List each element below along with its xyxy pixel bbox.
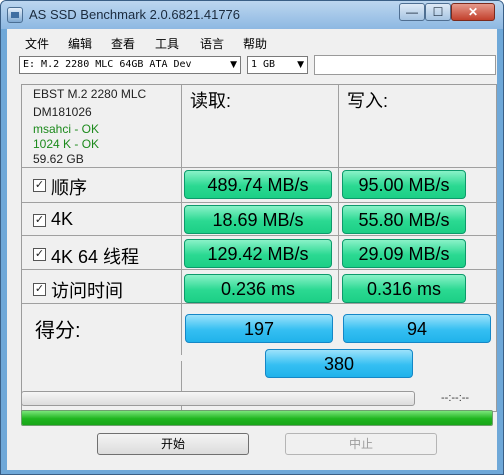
menu-tools[interactable]: 工具 <box>155 35 179 52</box>
overall-progress-bar <box>21 410 493 426</box>
write-score: 94 <box>343 314 491 343</box>
4k64-checkbox[interactable]: ✓ <box>33 248 46 261</box>
score-label: 得分: <box>35 320 81 342</box>
window-title: AS SSD Benchmark 2.0.6821.41776 <box>29 7 241 22</box>
chevron-down-icon: ▼ <box>230 60 237 70</box>
access-write-value: 0.316 ms <box>342 274 466 303</box>
text-input[interactable] <box>314 55 496 75</box>
minimize-button[interactable]: — <box>399 3 425 21</box>
read-column-header: 读取: <box>190 91 232 111</box>
app-icon <box>7 7 23 23</box>
row-label-access-time: 访问时间 <box>51 281 123 301</box>
elapsed-timer: --:--:-- <box>441 392 470 404</box>
close-button[interactable]: ✕ <box>451 3 495 21</box>
4k-read-value: 18.69 MB/s <box>184 205 332 234</box>
menu-edit[interactable]: 编辑 <box>68 35 92 52</box>
size-select[interactable]: 1 GB ▼ <box>247 56 308 74</box>
menu-view[interactable]: 查看 <box>111 35 135 52</box>
size-select-value: 1 GB <box>251 59 276 70</box>
drive-model: EBST M.2 2280 MLC <box>33 87 147 101</box>
row-label-4k: 4K <box>51 209 74 229</box>
4k64-write-value: 29.09 MB/s <box>342 239 466 268</box>
chevron-down-icon: ▼ <box>297 60 304 70</box>
driver-status: msahci - OK <box>33 122 100 136</box>
drive-firmware: DM181026 <box>33 105 92 119</box>
drive-select-value: E: M.2 2280 MLC 64GB ATA Dev <box>23 59 192 70</box>
alignment-status: 1024 K - OK <box>33 137 100 151</box>
4k64-read-value: 129.42 MB/s <box>184 239 332 268</box>
menu-bar: 文件 编辑 查看 工具 语言 帮助 <box>7 29 497 53</box>
title-bar[interactable]: AS SSD Benchmark 2.0.6821.41776 — ☐ ✕ <box>1 1 503 29</box>
start-button[interactable]: 开始 <box>97 433 249 455</box>
seq-checkbox[interactable]: ✓ <box>33 179 46 192</box>
read-score: 197 <box>185 314 333 343</box>
4k-write-value: 55.80 MB/s <box>342 205 466 234</box>
seq-read-value: 489.74 MB/s <box>184 170 332 199</box>
4k-checkbox[interactable]: ✓ <box>33 214 46 227</box>
client-area: 文件 编辑 查看 工具 语言 帮助 E: M.2 2280 MLC 64GB A… <box>7 29 497 470</box>
write-column-header: 写入: <box>347 91 389 111</box>
app-window: AS SSD Benchmark 2.0.6821.41776 — ☐ ✕ 文件… <box>0 0 504 475</box>
row-label-4k64: 4K 64 线程 <box>51 247 140 267</box>
row-label-seq: 顺序 <box>51 178 87 198</box>
maximize-button[interactable]: ☐ <box>425 3 451 21</box>
menu-language[interactable]: 语言 <box>200 35 224 52</box>
access-time-checkbox[interactable]: ✓ <box>33 283 46 296</box>
abort-button[interactable]: 中止 <box>285 433 437 455</box>
total-score: 380 <box>265 349 413 378</box>
drive-capacity: 59.62 GB <box>33 152 84 166</box>
drive-select[interactable]: E: M.2 2280 MLC 64GB ATA Dev ▼ <box>19 56 241 74</box>
test-progress-bar <box>21 391 415 406</box>
menu-file[interactable]: 文件 <box>25 35 49 52</box>
menu-help[interactable]: 帮助 <box>243 35 267 52</box>
seq-write-value: 95.00 MB/s <box>342 170 466 199</box>
access-read-value: 0.236 ms <box>184 274 332 303</box>
overall-progress-fill <box>22 411 492 425</box>
